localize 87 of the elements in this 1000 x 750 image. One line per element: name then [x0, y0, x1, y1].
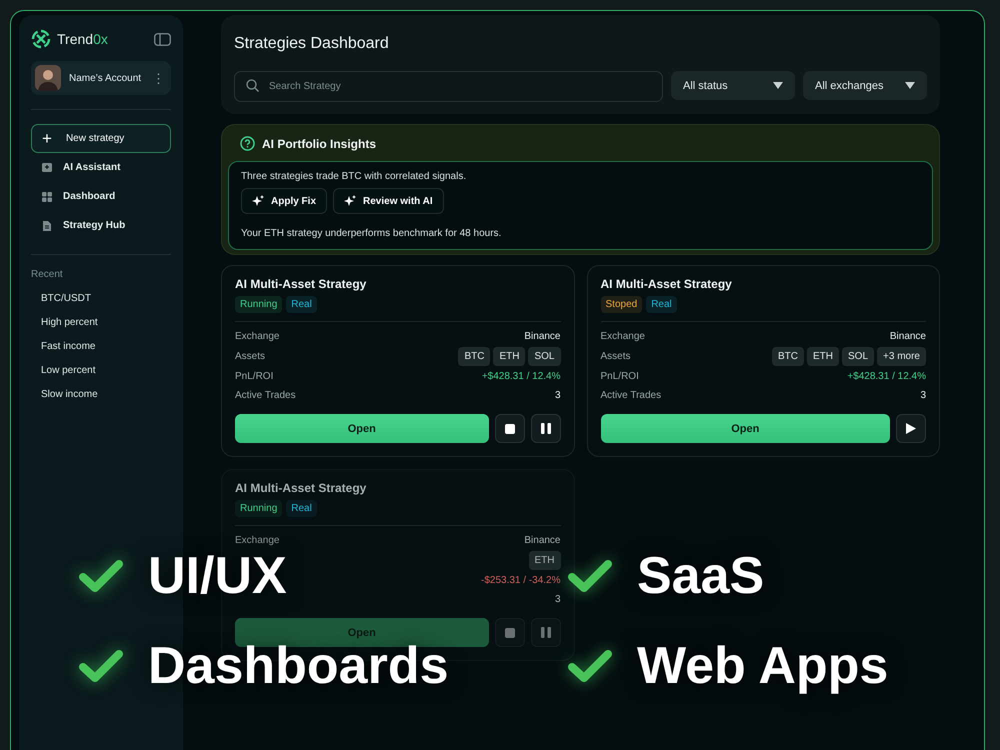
search-icon	[246, 79, 259, 92]
asset-chip: SOL	[842, 347, 874, 366]
field-value: 3	[920, 390, 926, 401]
caret-icon	[905, 82, 915, 89]
status-tag: Real	[646, 296, 677, 313]
nav-item[interactable]: Dashboard	[31, 182, 171, 211]
stop-button[interactable]	[494, 414, 524, 443]
asset-chip: ETH	[528, 551, 560, 570]
section-title: Recent	[31, 269, 64, 280]
help-icon	[240, 136, 255, 151]
stop-icon	[504, 628, 514, 638]
sparkle-icon	[344, 195, 356, 207]
check-icon	[78, 558, 124, 594]
recent-item[interactable]: Fast income	[31, 334, 171, 358]
field-value: Binance	[524, 331, 560, 342]
page-title: Strategies Dashboard	[234, 35, 390, 53]
sparkle-icon	[252, 195, 264, 207]
document-icon	[41, 220, 53, 232]
pause-icon	[540, 423, 550, 434]
asset-chip: BTC	[772, 347, 804, 366]
strategy-title: AI Multi-Asset Strategy	[235, 481, 368, 495]
account-name: Name’s Account	[69, 72, 142, 84]
field-label: Exchange	[235, 535, 280, 546]
recent-item[interactable]: Slow income	[31, 382, 171, 406]
recent-item[interactable]: Low percent	[31, 358, 171, 382]
strategy-title: AI Multi-Asset Strategy	[600, 277, 733, 291]
logo-icon	[31, 29, 51, 49]
insight-text: Three strategies trade BTC with correlated signals.	[241, 171, 468, 182]
check-icon	[78, 648, 124, 684]
field-value: Binance	[524, 535, 560, 546]
status-tag: Running	[235, 500, 282, 517]
highlight-text: Web Apps	[637, 638, 888, 694]
open-button[interactable]: Open	[600, 414, 890, 443]
grid-icon	[41, 190, 53, 202]
filter-dropdown[interactable]: All exchanges	[803, 71, 927, 100]
pause-icon	[540, 627, 550, 638]
field-value: 3	[554, 390, 560, 401]
caret-icon	[773, 82, 783, 89]
nav-item[interactable]: AI Assistant	[31, 153, 171, 182]
recent-item[interactable]: High percent	[31, 310, 171, 334]
insight-action-button[interactable]: Apply Fix	[241, 188, 328, 214]
field-label: Exchange	[235, 331, 280, 342]
asset-chip: ETH	[807, 347, 840, 366]
play-button[interactable]	[896, 414, 926, 443]
field-label: Active Trades	[600, 390, 662, 401]
more-button[interactable]: ⋮	[152, 70, 165, 86]
pnl-value: +$428.31 / 12.4%	[482, 371, 560, 382]
status-tag: Real	[286, 500, 317, 517]
chat-icon	[41, 162, 53, 174]
pnl-value: +$428.31 / 12.4%	[847, 371, 926, 382]
asset-chip: BTC	[458, 347, 490, 366]
strategy-title: AI Multi-Asset Strategy	[235, 277, 368, 291]
field-label: Exchange	[600, 331, 645, 342]
new-strategy-button[interactable]: + New strategy	[31, 124, 171, 153]
pause-button[interactable]	[530, 414, 560, 443]
field-label: Assets	[235, 351, 266, 362]
filter-dropdown[interactable]: All status	[671, 71, 795, 100]
search-field[interactable]: Search Strategy	[234, 71, 663, 102]
status-tag: Running	[235, 296, 282, 313]
stop-icon	[504, 424, 514, 434]
brand-name: Trend0x	[57, 31, 108, 47]
check-icon	[567, 648, 613, 684]
account-card[interactable]: Name’s Account ⋮	[31, 61, 171, 95]
field-value: 3	[554, 594, 560, 605]
insight-text: Your ETH strategy underperforms benchmark for 48 hours.	[241, 228, 502, 239]
insight-action-button[interactable]: Review with AI	[333, 188, 444, 214]
field-label: Active Trades	[235, 390, 296, 401]
nav-item[interactable]: Strategy Hub	[31, 211, 171, 240]
check-icon	[567, 558, 613, 594]
insights-title: AI Portfolio Insights	[262, 136, 376, 150]
asset-chip: ETH	[493, 347, 526, 366]
avatar	[35, 65, 61, 91]
field-label: PnL/ROI	[600, 371, 639, 382]
status-tag: Stoped	[600, 296, 642, 313]
recent-item[interactable]: BTC/USDT	[31, 286, 171, 310]
pnl-value: -$253.31 / -34.2%	[481, 575, 560, 586]
asset-chip: +3 more	[877, 347, 926, 366]
field-label: PnL/ROI	[235, 371, 274, 382]
status-tag: Real	[286, 296, 317, 313]
highlight-text: SaaS	[637, 548, 764, 604]
play-icon	[906, 423, 916, 434]
field-value: Binance	[890, 331, 926, 342]
sidebar-toggle-icon[interactable]	[154, 32, 171, 46]
open-button[interactable]: Open	[235, 414, 488, 443]
highlight-text: UI/UX	[148, 548, 287, 604]
field-label: Assets	[600, 351, 631, 362]
asset-chip: SOL	[528, 347, 560, 366]
